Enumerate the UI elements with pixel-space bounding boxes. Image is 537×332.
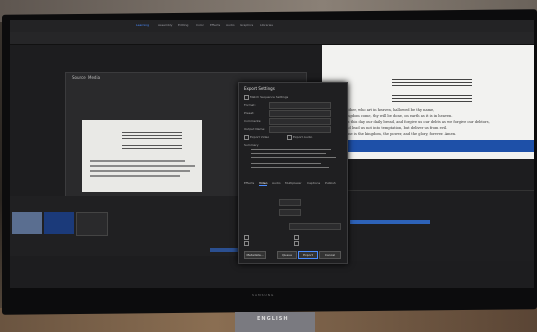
lyric-line: Thy kingdom come, thy will be done, on e… bbox=[336, 114, 453, 118]
workspace-tab-editing[interactable]: Editing bbox=[178, 23, 188, 27]
format-select[interactable] bbox=[269, 102, 331, 109]
height-field[interactable] bbox=[279, 209, 301, 216]
timeline-panel bbox=[346, 190, 534, 261]
workspace-tab-color[interactable]: Color bbox=[196, 23, 204, 27]
lyric-line bbox=[90, 175, 180, 177]
monitor-stand: ENGLISH bbox=[235, 312, 315, 332]
format-label: Format: bbox=[244, 103, 256, 107]
option-checkbox[interactable] bbox=[294, 235, 299, 240]
tab-media[interactable]: Media bbox=[88, 75, 100, 80]
export-audio-label: Export Audio bbox=[293, 135, 313, 139]
workspace-tab-graphics[interactable]: Graphics bbox=[240, 23, 253, 27]
clip-thumbnail[interactable] bbox=[12, 212, 42, 234]
workspace-tab-learning[interactable]: Learning bbox=[136, 23, 149, 27]
option-checkbox[interactable] bbox=[244, 235, 249, 240]
tab-publish[interactable]: Publish bbox=[325, 181, 336, 185]
summary-line bbox=[251, 167, 329, 168]
summary-line bbox=[251, 157, 336, 158]
tab-video[interactable]: Video bbox=[259, 181, 268, 186]
photo: Learning Assembly Editing Color Effects … bbox=[0, 0, 537, 332]
timeline-clip[interactable] bbox=[350, 220, 430, 224]
cancel-button[interactable]: Cancel bbox=[319, 251, 341, 259]
staff-line bbox=[122, 145, 182, 146]
staff-line bbox=[122, 132, 182, 133]
tab-multiplexer[interactable]: Multiplexer bbox=[285, 181, 302, 185]
dialog-title: Export Settings bbox=[244, 86, 275, 91]
export-audio-checkbox[interactable] bbox=[287, 135, 292, 140]
monitor-brand-logo: SAMSUNG bbox=[252, 293, 275, 297]
output-name-field[interactable] bbox=[269, 126, 331, 133]
metadata-button[interactable]: Metadata... bbox=[244, 251, 266, 259]
blue-banner bbox=[342, 140, 534, 152]
lyric-line: Our Father, who art in heaven, hallowed … bbox=[336, 108, 435, 112]
staff-line bbox=[392, 98, 472, 99]
comments-label: Comments: bbox=[244, 119, 262, 123]
output-name-label: Output Name: bbox=[244, 127, 266, 131]
staff-line bbox=[392, 101, 472, 102]
match-sequence-label: Match Sequence Settings bbox=[250, 95, 289, 99]
summary-label: Summary bbox=[244, 143, 259, 147]
lyric-line bbox=[90, 160, 185, 162]
comments-field[interactable] bbox=[269, 118, 331, 125]
export-button[interactable]: Export bbox=[298, 251, 318, 259]
summary-line bbox=[251, 153, 326, 154]
clip-thumbnail[interactable] bbox=[76, 212, 108, 236]
staff-line bbox=[392, 82, 472, 83]
lyric-line: For thine is the kingdom, the power, and… bbox=[336, 132, 457, 136]
lyric-line: Give us this day our daily bread, and fo… bbox=[336, 120, 490, 124]
clip-thumbnail[interactable] bbox=[44, 212, 74, 234]
frame-rate-select[interactable] bbox=[289, 223, 341, 230]
queue-button[interactable]: Queue bbox=[277, 251, 297, 259]
staff-line bbox=[392, 95, 472, 96]
source-preview bbox=[82, 120, 202, 192]
lyric-line bbox=[90, 170, 190, 172]
toolbar bbox=[10, 32, 534, 45]
monitor-screen: Learning Assembly Editing Color Effects … bbox=[10, 20, 534, 288]
preset-select[interactable] bbox=[269, 110, 331, 117]
tab-effects[interactable]: Effects bbox=[244, 181, 254, 185]
option-checkbox[interactable] bbox=[294, 241, 299, 246]
staff-line bbox=[122, 148, 182, 149]
export-video-label: Export Video bbox=[250, 135, 270, 139]
staff-line bbox=[392, 85, 472, 86]
option-checkbox[interactable] bbox=[244, 241, 249, 246]
width-field[interactable] bbox=[279, 199, 301, 206]
workspace-tab-audio[interactable]: Audio bbox=[226, 23, 235, 27]
tab-captions[interactable]: Captions bbox=[307, 181, 320, 185]
tab-audio[interactable]: Audio bbox=[272, 181, 281, 185]
staff-line bbox=[122, 138, 182, 139]
workspace-menubar: Learning Assembly Editing Color Effects … bbox=[10, 20, 534, 32]
lyric-line: and lead us not into temptation, but del… bbox=[344, 126, 448, 130]
export-video-checkbox[interactable] bbox=[244, 135, 249, 140]
summary-line bbox=[251, 149, 331, 150]
program-monitor: Our Father, who art in heaven, hallowed … bbox=[322, 45, 534, 159]
workspace-tab-assembly[interactable]: Assembly bbox=[158, 23, 172, 27]
match-sequence-checkbox[interactable] bbox=[244, 95, 249, 100]
workspace-tab-effects[interactable]: Effects bbox=[210, 23, 220, 27]
staff-line bbox=[392, 79, 472, 80]
tab-source[interactable]: Source bbox=[72, 75, 86, 80]
workspace-tab-libraries[interactable]: Libraries bbox=[260, 23, 273, 27]
staff-line bbox=[122, 135, 182, 136]
preset-label: Preset: bbox=[244, 111, 255, 115]
summary-line bbox=[251, 163, 321, 164]
stand-label: ENGLISH bbox=[257, 316, 289, 322]
export-settings-dialog: Export Settings Match Sequence Settings … bbox=[238, 82, 348, 264]
lyric-line bbox=[90, 165, 195, 167]
